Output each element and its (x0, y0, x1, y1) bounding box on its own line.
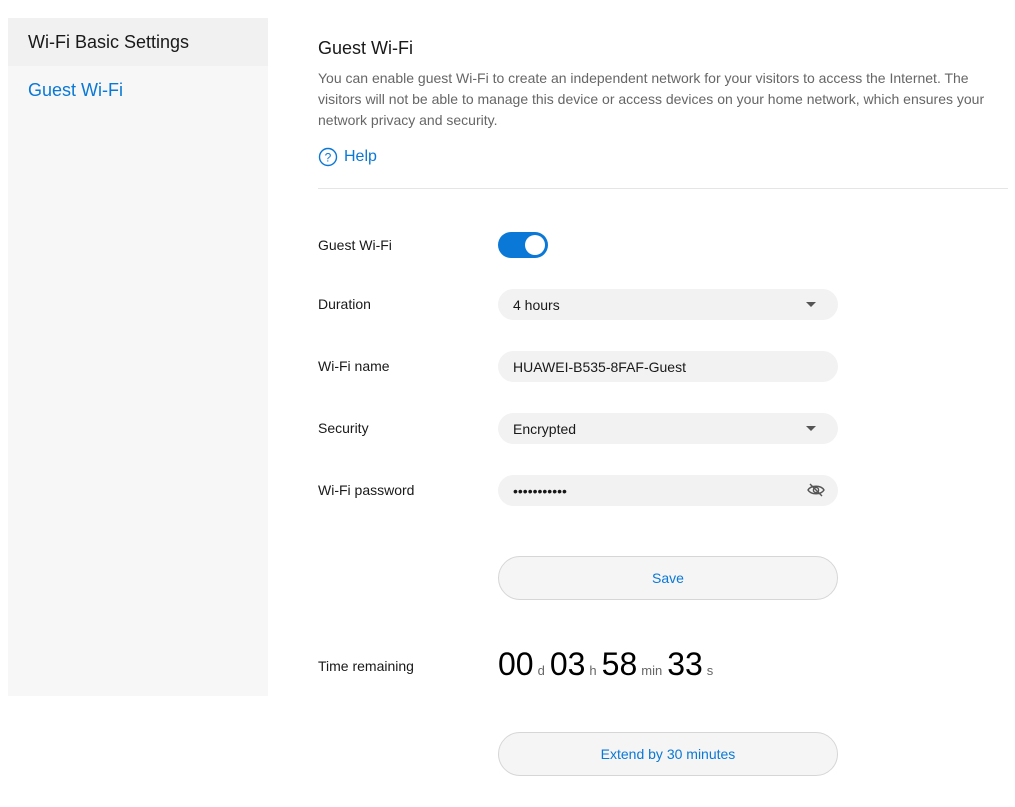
timer-days-unit: d (537, 663, 545, 678)
security-select[interactable]: Encrypted (498, 413, 838, 444)
guest-wifi-label: Guest Wi-Fi (318, 237, 392, 253)
wifi-name-label: Wi-Fi name (318, 358, 390, 374)
timer-hours-unit: h (589, 663, 597, 678)
security-value: Encrypted (513, 420, 577, 437)
sidebar-item-guest-wifi[interactable]: Guest Wi-Fi (8, 66, 268, 114)
chevron-down-icon (806, 426, 816, 431)
divider (318, 188, 1008, 189)
wifi-password-value[interactable]: ••••••••••• (513, 483, 567, 499)
timer-seconds: 33 (667, 646, 703, 682)
sidebar-item-wifi-basic-settings[interactable]: Wi-Fi Basic Settings (8, 18, 268, 66)
time-remaining-label: Time remaining (318, 658, 414, 674)
main-content: Guest Wi-Fi You can enable guest Wi-Fi t… (318, 0, 1008, 807)
extend-button[interactable]: Extend by 30 minutes (498, 732, 838, 776)
timer-hours: 03 (549, 646, 586, 682)
eye-off-icon[interactable] (806, 480, 826, 500)
countdown-timer: 00 d 03 h 58 min 33 s (498, 646, 718, 683)
duration-label: Duration (318, 296, 371, 312)
wifi-name-field[interactable] (498, 351, 838, 382)
timer-days: 00 (498, 646, 534, 682)
wifi-password-label: Wi-Fi password (318, 482, 415, 498)
timer-minutes: 58 (601, 646, 638, 682)
page-title: Guest Wi-Fi (318, 38, 414, 58)
guest-wifi-toggle[interactable] (498, 232, 548, 258)
timer-seconds-unit: s (706, 663, 714, 678)
page-description: You can enable guest Wi-Fi to create an … (318, 70, 985, 128)
toggle-knob (525, 235, 545, 255)
save-button[interactable]: Save (498, 556, 838, 600)
duration-value: 4 hours (513, 296, 560, 313)
sidebar: Wi-Fi Basic Settings Guest Wi-Fi (8, 18, 268, 696)
timer-minutes-unit: min (641, 663, 663, 678)
wifi-password-field[interactable]: ••••••••••• (498, 475, 838, 506)
help-link[interactable]: ? Help (318, 147, 377, 167)
help-label: Help (344, 148, 377, 165)
wifi-name-input[interactable] (513, 358, 803, 375)
chevron-down-icon (806, 302, 816, 307)
security-label: Security (318, 420, 369, 436)
help-icon: ? (318, 147, 338, 167)
svg-text:?: ? (325, 151, 332, 165)
duration-select[interactable]: 4 hours (498, 289, 838, 320)
